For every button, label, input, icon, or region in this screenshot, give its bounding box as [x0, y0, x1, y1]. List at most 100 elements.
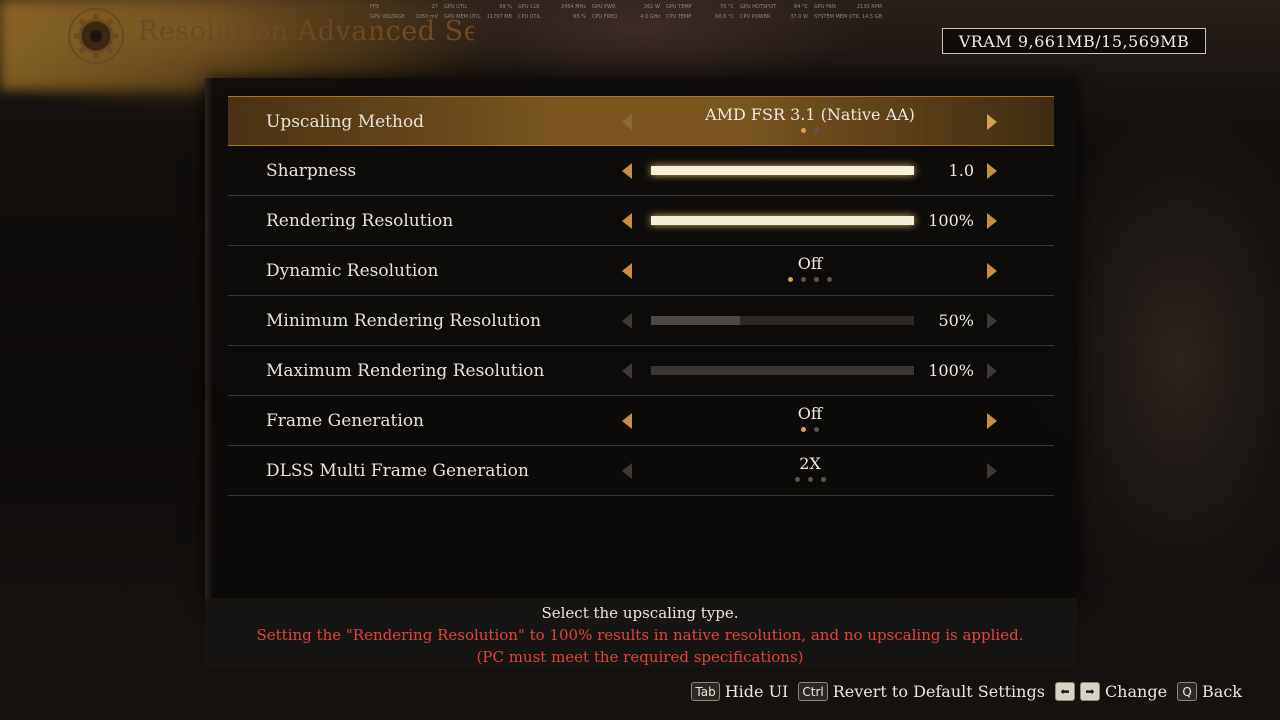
- setting-label: Upscaling Method: [266, 112, 425, 132]
- setting-label: Sharpness: [266, 161, 357, 181]
- perf-row-2: GPU VOLTAGE 1050 mV GPU MEM UTIL 11797 MB CP…: [370, 12, 890, 22]
- perf-metric-label: CPU TEMP: [666, 14, 692, 20]
- perf-metric-value: 2130 RPM: [856, 4, 882, 10]
- setting-upscaling-method[interactable]: Upscaling Method AMD FSR 3.1 (Native AA): [228, 96, 1054, 146]
- perf-metric-label: GPU HOTSPOT: [740, 4, 777, 10]
- setting-value: 100%: [928, 361, 974, 380]
- vram-indicator: VRAM 9,661MB/15,569MB: [942, 28, 1206, 54]
- chevron-right-icon: [982, 311, 1002, 331]
- perf-metric-label: FPS: [370, 4, 380, 10]
- perf-metric-value: 2454 MHz: [560, 4, 586, 10]
- perf-metric-label: CPU UTIL: [518, 14, 541, 20]
- settings-list: Upscaling Method AMD FSR 3.1 (Native AA)…: [228, 96, 1054, 496]
- perf-metric: CPU UTIL 65 %: [518, 14, 592, 20]
- hint-hide-ui[interactable]: Tab Hide UI: [691, 682, 788, 701]
- perf-metric-label: SYSTEM MEM UTIL: [814, 14, 860, 20]
- chevron-left-icon[interactable]: [617, 161, 637, 181]
- setting-label: Minimum Rendering Resolution: [266, 311, 542, 331]
- hint-label: Hide UI: [724, 682, 789, 701]
- perf-metric-value: 37.0 W: [790, 14, 808, 20]
- chevron-right-icon[interactable]: [982, 211, 1002, 231]
- setting-label: Rendering Resolution: [266, 211, 454, 231]
- perf-metric-label: GPU VOLTAGE: [370, 14, 405, 20]
- setting-value: 1.0: [948, 161, 974, 180]
- perf-metric: FPS 27: [370, 4, 444, 10]
- perf-metric-value: 84 °C: [794, 4, 808, 10]
- hint-label: Back: [1202, 682, 1242, 701]
- setting-value: AMD FSR 3.1 (Native AA): [705, 105, 915, 124]
- setting-rendering-resolution[interactable]: Rendering Resolution 100%: [228, 196, 1054, 246]
- maximum-resolution-slider: [651, 366, 914, 375]
- setting-frame-generation[interactable]: Frame Generation Off: [228, 396, 1054, 446]
- chevron-left-icon: [617, 461, 637, 481]
- button-hints: Tab Hide UI Ctrl Revert to Default Setti…: [691, 682, 1242, 701]
- hint-label: Change: [1104, 682, 1168, 701]
- option-dots: [648, 128, 972, 133]
- perf-metric-label: CPU FREQ: [592, 14, 618, 20]
- perf-metric: CPU FREQ 4.0 GHz: [592, 14, 666, 20]
- gear-emblem-icon: [66, 6, 126, 66]
- perf-metric-value: 14.5 GB: [861, 14, 882, 20]
- setting-sharpness[interactable]: Sharpness 1.0: [228, 146, 1054, 196]
- perf-metric: GPU MEM UTIL 11797 MB: [444, 14, 518, 20]
- option-dots: [648, 277, 972, 282]
- slider-fill: [651, 166, 914, 175]
- perf-metric-label: CPU POWER: [740, 14, 771, 20]
- chevron-right-icon[interactable]: [982, 161, 1002, 181]
- chevron-right-icon[interactable]: [982, 112, 1002, 132]
- perf-metric-value: 70 °C: [720, 4, 734, 10]
- perf-metric-value: 60.6 °C: [715, 14, 734, 20]
- chevron-left-icon[interactable]: [617, 112, 637, 132]
- chevron-left-icon: [617, 361, 637, 381]
- setting-maximum-rendering-resolution: Maximum Rendering Resolution 100%: [228, 346, 1054, 396]
- perf-metric-label: GPU PWR: [592, 4, 616, 10]
- perf-metric-value: 99 %: [499, 4, 512, 10]
- ctrl-key-icon: Ctrl: [798, 682, 828, 701]
- perf-metric-label: GPU MEM UTIL: [444, 14, 481, 20]
- setting-label: DLSS Multi Frame Generation: [266, 461, 529, 481]
- hint-back[interactable]: Q Back: [1177, 682, 1242, 701]
- chevron-right-icon: [982, 361, 1002, 381]
- chevron-left-icon[interactable]: [617, 211, 637, 231]
- perf-metric-value: 27: [431, 4, 438, 10]
- q-key-icon: Q: [1177, 682, 1198, 701]
- chevron-right-icon[interactable]: [982, 261, 1002, 281]
- setting-minimum-rendering-resolution: Minimum Rendering Resolution 50%: [228, 296, 1054, 346]
- setting-value: 100%: [928, 211, 974, 230]
- setting-label: Frame Generation: [266, 411, 425, 431]
- perf-metric: SYSTEM MEM UTIL 14.5 GB: [814, 14, 888, 20]
- slider-fill: [651, 366, 914, 375]
- performance-overlay: FPS 27 GPU UTIL 99 % GPU CLK 2454 MHz GPU PWR 2…: [370, 2, 890, 22]
- warning-text: Setting the "Rendering Resolution" to 10…: [256, 626, 1024, 644]
- chevron-left-icon[interactable]: [617, 411, 637, 431]
- requirement-text: (PC must meet the required specification…: [476, 648, 804, 666]
- perf-metric: GPU UTIL 99 %: [444, 4, 518, 10]
- chevron-left-icon: [617, 311, 637, 331]
- hint-change[interactable]: ⬅ ➡ Change: [1054, 682, 1168, 701]
- perf-metric-value: 261 W: [643, 4, 660, 10]
- minimum-resolution-slider: [651, 316, 914, 325]
- setting-dlss-multi-frame-generation: DLSS Multi Frame Generation 2X: [228, 446, 1054, 496]
- setting-label: Dynamic Resolution: [266, 261, 439, 281]
- setting-dynamic-resolution[interactable]: Dynamic Resolution Off: [228, 246, 1054, 296]
- chevron-right-icon: [982, 461, 1002, 481]
- perf-metric: GPU VOLTAGE 1050 mV: [370, 14, 444, 20]
- perf-metric-label: GPU FAN: [814, 4, 836, 10]
- slider-fill: [651, 316, 741, 325]
- sharpness-slider[interactable]: [651, 166, 914, 175]
- chevron-left-icon[interactable]: [617, 261, 637, 281]
- rendering-resolution-slider[interactable]: [651, 216, 914, 225]
- perf-metric: CPU TEMP 60.6 °C: [666, 14, 740, 20]
- perf-metric-label: GPU TEMP: [666, 4, 692, 10]
- perf-metric: GPU HOTSPOT 84 °C: [740, 4, 814, 10]
- perf-metric: GPU PWR 261 W: [592, 4, 666, 10]
- slider-fill: [651, 216, 914, 225]
- chevron-right-icon[interactable]: [982, 411, 1002, 431]
- perf-metric-value: 4.0 GHz: [640, 14, 660, 20]
- setting-value: 2X: [799, 454, 821, 473]
- perf-metric: CPU POWER 37.0 W: [740, 14, 814, 20]
- option-dots: [648, 427, 972, 432]
- hint-revert-defaults[interactable]: Ctrl Revert to Default Settings: [798, 682, 1045, 701]
- tab-key-icon: Tab: [691, 682, 720, 701]
- setting-label: Maximum Rendering Resolution: [266, 361, 545, 381]
